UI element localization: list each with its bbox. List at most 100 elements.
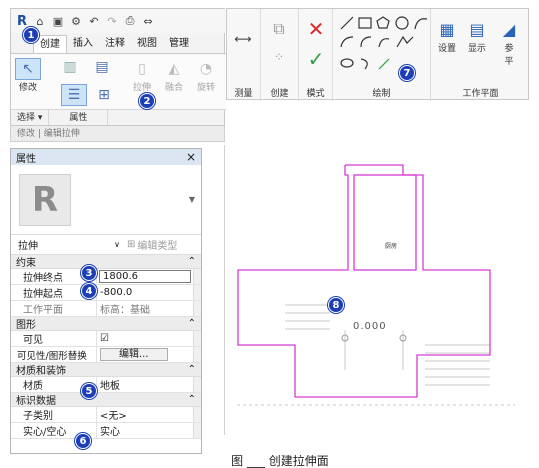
undo-icon[interactable]: ↶ <box>87 14 101 28</box>
type-selector[interactable]: 拉伸 ∨ <box>15 237 123 253</box>
properties-palette: 属性 × R ▼ 拉伸 ∨ ⊞ 编辑类型 约束 ⌃ 拉伸终点 1800.6 拉伸… <box>10 148 202 454</box>
scrollbar-track[interactable] <box>193 347 201 362</box>
section-graphics[interactable]: 图形 ⌃ <box>11 317 201 331</box>
ribbon-footer: 选择 ▾ 属性 <box>11 109 226 125</box>
family-category-icon: ▤ <box>95 59 109 75</box>
scrollbar-track[interactable] <box>193 331 201 346</box>
finish-edit-button[interactable]: ✓ <box>304 47 328 71</box>
create-component-tool[interactable]: ⧉ <box>267 17 291 41</box>
row-visibility-override: 可见性/图形替换 编辑... <box>11 347 201 363</box>
extrude-label: 拉伸 <box>132 83 151 93</box>
section-graphics-label: 图形 <box>16 320 36 331</box>
callout-badge-1: 1 <box>23 27 39 43</box>
section-identity-label: 标识数据 <box>16 396 56 407</box>
subcategory-label: 子类别 <box>11 407 97 422</box>
check-icon: ✓ <box>307 47 325 71</box>
collapse-icon[interactable]: ⌃ <box>188 256 196 267</box>
set-workplane-button[interactable]: ▦ 设置 <box>435 17 459 55</box>
collapse-icon[interactable]: ⌃ <box>188 364 196 375</box>
save-icon[interactable]: ▣ <box>51 14 65 28</box>
create-group-tool[interactable]: ⁘ <box>267 45 291 69</box>
family-type-image: R <box>19 173 71 226</box>
select-dropdown[interactable]: 选择 ▾ <box>11 110 50 125</box>
type-properties-tool[interactable]: ⊞ <box>91 84 117 106</box>
collapse-icon[interactable]: ⌃ <box>188 394 196 405</box>
level-elevation: 0.000 <box>353 321 387 332</box>
workplane-group-label: 工作平面 <box>462 89 499 99</box>
scrollbar-track[interactable] <box>193 285 201 300</box>
callout-badge-3: 3 <box>81 265 97 281</box>
edit-type-icon: ⊞ <box>127 239 136 250</box>
show-plane-icon: ▤ <box>469 19 485 39</box>
collapse-icon[interactable]: ⌃ <box>188 318 196 329</box>
scrollbar-track[interactable] <box>193 423 201 438</box>
modify-label: 修改 <box>18 83 37 93</box>
print-icon[interactable]: ⎙ <box>123 14 137 28</box>
subcategory-value[interactable]: <无> <box>97 407 193 422</box>
edit-type-button[interactable]: ⊞ 编辑类型 <box>127 237 177 252</box>
cancel-edit-button[interactable]: ✕ <box>304 17 328 41</box>
extrude-end-input[interactable]: 1800.6 <box>99 270 191 283</box>
visible-checkbox[interactable]: ☑ <box>97 331 193 346</box>
draw-tools-grid[interactable] <box>337 13 429 75</box>
tab-annotate[interactable]: 注释 <box>99 35 131 53</box>
section-constraints[interactable]: 约束 ⌃ <box>11 255 201 269</box>
ellipse-icon <box>340 58 354 68</box>
close-icon: ✕ <box>307 17 325 41</box>
row-material: 材质 地板 <box>11 377 201 393</box>
visibility-override-edit-button[interactable]: 编辑... <box>100 348 168 361</box>
scrollbar-track[interactable] <box>193 269 201 284</box>
section-identity[interactable]: 标识数据 ⌃ <box>11 393 201 407</box>
solid-void-value[interactable]: 实心 <box>97 423 193 438</box>
modify-tool[interactable]: ↖ 修改 <box>15 58 41 93</box>
blend-icon: ◭ <box>168 61 180 77</box>
quick-access-toolbar: R ⌂ ▣ ⚙ ↶ ↷ ⎙ ⇔ <box>11 9 226 33</box>
measure-tool[interactable]: ⟷ <box>231 27 255 51</box>
visibility-override-label: 可见性/图形替换 <box>11 347 97 362</box>
arc-icon <box>414 18 428 30</box>
properties-tool[interactable]: ☰ <box>61 84 87 106</box>
type-preview: R ▼ <box>11 165 201 235</box>
family-category-tool[interactable]: ▤ <box>89 56 115 78</box>
ribbon-tabs: 创建 插入 注释 视图 管理 <box>11 35 226 53</box>
partial-ellipse-icon <box>360 58 368 70</box>
work-plane-value: 标高：基础 <box>100 305 150 316</box>
revit-logo-icon[interactable]: R <box>15 14 29 29</box>
extrude-tool[interactable]: ▯ 拉伸 <box>129 58 155 93</box>
scrollbar-track[interactable] <box>193 301 201 316</box>
ribbon-body: ↖ 修改 ▥ ▤ ☰ ⊞ ▯ 拉伸 ◭ 融合 ◔ 旋转 <box>11 53 226 109</box>
cursor-icon: ↖ <box>15 58 41 80</box>
scrollbar-track[interactable] <box>193 377 201 392</box>
family-types-tool[interactable]: ▥ <box>57 56 83 78</box>
room-tag: 厨房 <box>385 243 398 250</box>
drawing-canvas[interactable]: 厨房 0.000 8 <box>224 145 529 435</box>
close-icon[interactable]: × <box>186 150 196 164</box>
tab-insert[interactable]: 插入 <box>67 35 99 53</box>
sync-icon[interactable]: ⚙ <box>69 14 83 28</box>
redo-icon[interactable]: ↷ <box>105 14 119 28</box>
scrollbar-track[interactable] <box>193 407 201 422</box>
row-solid-void: 实心/空心 实心 <box>11 423 201 439</box>
chevron-down-icon[interactable]: ▼ <box>189 195 195 204</box>
group-icon: ⁘ <box>273 50 285 64</box>
type-selector-value: 拉伸 <box>18 241 38 252</box>
section-materials[interactable]: 材质和装饰 ⌃ <box>11 363 201 377</box>
floor-plan-sketch[interactable] <box>225 145 530 435</box>
extrude-start-input[interactable]: -800.0 <box>97 285 193 300</box>
row-work-plane: 工作平面 标高：基础 <box>11 301 201 317</box>
blend-tool[interactable]: ◭ 融合 <box>161 58 187 93</box>
left-ribbon-panel: R ⌂ ▣ ⚙ ↶ ↷ ⎙ ⇔ 创建 插入 注释 视图 管理 ↖ 修改 ▥ ▤ … <box>10 8 226 126</box>
properties-title: 属性 <box>16 153 36 165</box>
tab-view[interactable]: 视图 <box>131 35 163 53</box>
measure-icon[interactable]: ⇔ <box>141 14 155 28</box>
open-icon[interactable]: ⌂ <box>33 14 47 28</box>
material-value[interactable]: 地板 <box>97 377 193 392</box>
revolve-tool[interactable]: ◔ 旋转 <box>193 58 219 93</box>
pick-lines-icon <box>378 58 390 70</box>
reference-plane-button[interactable]: ◢ 参 平 <box>497 17 521 68</box>
tab-manage[interactable]: 管理 <box>163 35 195 53</box>
show-workplane-button[interactable]: ▤ 显示 <box>465 17 489 55</box>
row-subcategory: 子类别 <无> <box>11 407 201 423</box>
section-materials-label: 材质和装饰 <box>16 366 66 377</box>
row-extrude-start: 拉伸起点 -800.0 <box>11 285 201 301</box>
